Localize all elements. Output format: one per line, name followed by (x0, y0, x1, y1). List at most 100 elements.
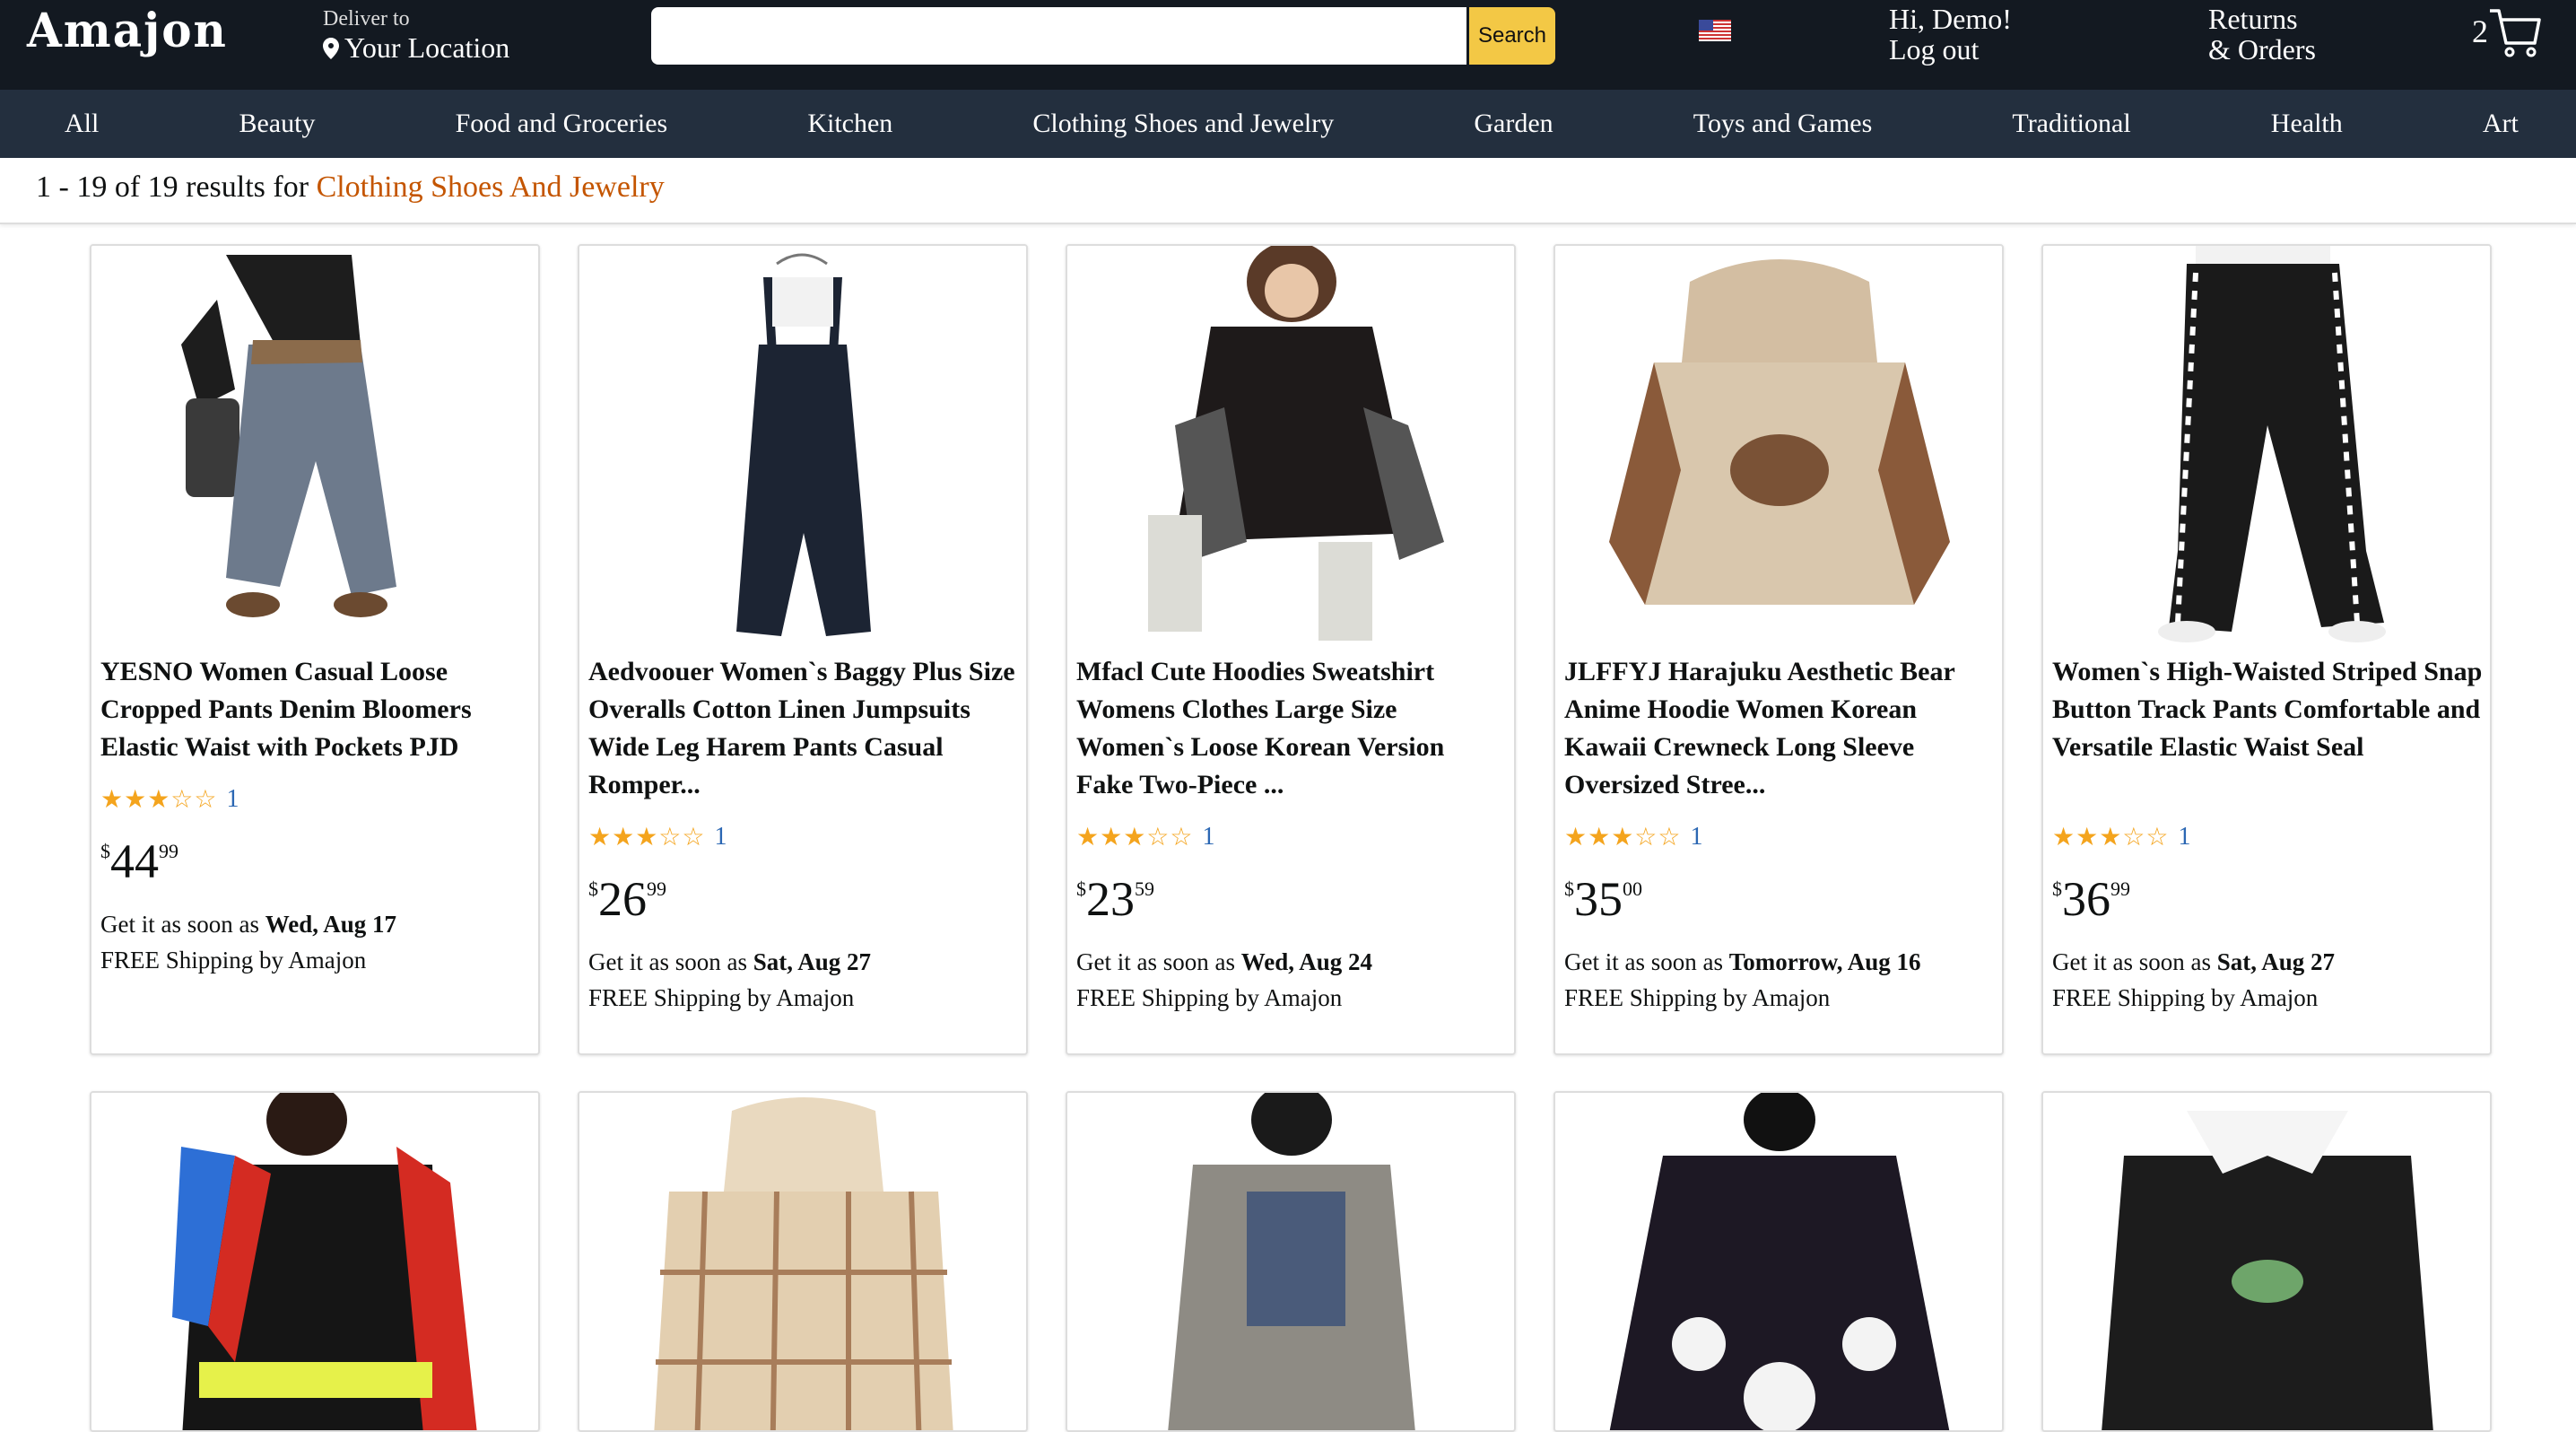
delivery-info: Get it as soon as Tomorrow, Aug 16 FREE … (1564, 944, 1921, 1016)
product-title[interactable]: YESNO Women Casual Loose Cropped Pants D… (100, 653, 531, 766)
price-symbol: $ (100, 840, 110, 862)
greeting-text: Hi, Demo! (1889, 3, 2012, 35)
product-title[interactable]: Women`s High-Waisted Striped Snap Button… (2052, 653, 2483, 766)
returns-orders-link[interactable]: Returns & Orders (2208, 4, 2316, 65)
nav-traditional[interactable]: Traditional (2012, 109, 2130, 139)
product-rating[interactable]: ★★★☆☆ 1 (1076, 822, 1215, 852)
product-card[interactable]: Women`s High-Waisted Striped Snap Button… (2041, 244, 2492, 1055)
product-image[interactable] (579, 1093, 1026, 1432)
price-fraction: 00 (1623, 878, 1642, 900)
rating-count[interactable]: 1 (1203, 823, 1215, 851)
price-fraction: 59 (1135, 878, 1154, 900)
logout-link[interactable]: Log out (1889, 34, 2012, 65)
product-image[interactable] (579, 246, 1026, 646)
product-rating[interactable]: ★★★☆☆ 1 (588, 822, 727, 852)
delivery-prefix: Get it as soon as (2052, 948, 2217, 975)
category-nav: All Beauty Food and Groceries Kitchen Cl… (0, 90, 2576, 158)
price-fraction: 99 (2110, 878, 2130, 900)
returns-text: Returns (2208, 3, 2298, 35)
price-fraction: 99 (647, 878, 666, 900)
delivery-info: Get it as soon as Sat, Aug 27 FREE Shipp… (2052, 944, 2335, 1016)
cart-icon (2490, 9, 2541, 57)
price-whole: 44 (110, 834, 159, 888)
results-count: 1 - 19 of 19 results for (36, 170, 317, 204)
product-card[interactable]: JLFFYJ Harajuku Aesthetic Bear Anime Hoo… (1553, 244, 2004, 1055)
nav-all[interactable]: All (65, 109, 99, 139)
rating-count[interactable]: 1 (1691, 823, 1703, 851)
product-image[interactable] (1067, 1093, 1514, 1432)
price-symbol: $ (588, 878, 598, 900)
orders-text: & Orders (2208, 33, 2316, 65)
product-card[interactable]: YESNO Women Casual Loose Cropped Pants D… (90, 244, 540, 1055)
delivery-prefix: Get it as soon as (588, 948, 753, 975)
product-image[interactable] (2043, 246, 2490, 646)
star-rating-icon: ★★★☆☆ (1076, 824, 1194, 851)
nav-health[interactable]: Health (2271, 109, 2343, 139)
delivery-date: Sat, Aug 27 (2216, 948, 2336, 975)
nav-art[interactable]: Art (2483, 109, 2519, 139)
delivery-info: Get it as soon as Wed, Aug 17 FREE Shipp… (100, 906, 396, 978)
nav-toys-and-games[interactable]: Toys and Games (1693, 109, 1873, 139)
delivery-date: Sat, Aug 27 (753, 948, 872, 975)
star-rating-icon: ★★★☆☆ (2052, 824, 2170, 851)
product-price: $ 36 99 (2052, 872, 2130, 926)
rating-count[interactable]: 1 (715, 823, 727, 851)
shipping-text: FREE Shipping by Amajon (100, 947, 367, 974)
nav-kitchen[interactable]: Kitchen (807, 109, 892, 139)
product-title[interactable]: Mfacl Cute Hoodies Sweatshirt Womens Clo… (1076, 653, 1507, 804)
nav-garden[interactable]: Garden (1474, 109, 1553, 139)
product-image[interactable] (1555, 1093, 2002, 1432)
results-query: Clothing Shoes And Jewelry (316, 170, 665, 204)
product-card[interactable] (1066, 1091, 1516, 1432)
price-symbol: $ (1564, 878, 1574, 900)
search-input[interactable] (651, 7, 1466, 65)
deliver-to-label: Deliver to (323, 7, 410, 31)
rating-count[interactable]: 1 (227, 785, 239, 814)
delivery-info: Get it as soon as Sat, Aug 27 FREE Shipp… (588, 944, 871, 1016)
product-price: $ 26 99 (588, 872, 666, 926)
us-flag-icon[interactable] (1699, 20, 1731, 41)
product-rating[interactable]: ★★★☆☆ 1 (2052, 822, 2191, 852)
price-whole: 36 (2062, 872, 2110, 926)
cart-count: 2 (2472, 13, 2488, 49)
top-header: Amajon Deliver to Your Location Search H… (0, 0, 2576, 90)
product-card[interactable] (90, 1091, 540, 1432)
product-title[interactable]: Aedvoouer Women`s Baggy Plus Size Overal… (588, 653, 1019, 804)
product-rating[interactable]: ★★★☆☆ 1 (1564, 822, 1703, 852)
product-image[interactable] (2043, 1093, 2490, 1432)
delivery-prefix: Get it as soon as (1564, 948, 1729, 975)
product-price: $ 23 59 (1076, 872, 1154, 926)
nav-beauty[interactable]: Beauty (239, 109, 315, 139)
location-row: Your Location (323, 31, 509, 65)
shipping-text: FREE Shipping by Amajon (588, 984, 855, 1011)
product-price: $ 44 99 (100, 834, 178, 888)
delivery-prefix: Get it as soon as (1076, 948, 1241, 975)
product-card[interactable] (578, 1091, 1028, 1432)
product-card[interactable] (2041, 1091, 2492, 1432)
search-button[interactable]: Search (1469, 7, 1555, 65)
delivery-info: Get it as soon as Wed, Aug 24 FREE Shipp… (1076, 944, 1372, 1016)
account-menu[interactable]: Hi, Demo! Log out (1889, 4, 2012, 65)
product-image[interactable] (91, 1093, 538, 1432)
delivery-prefix: Get it as soon as (100, 911, 265, 938)
product-image[interactable] (91, 246, 538, 646)
product-image[interactable] (1067, 246, 1514, 646)
nav-food-and-groceries[interactable]: Food and Groceries (456, 109, 668, 139)
product-card[interactable] (1553, 1091, 2004, 1432)
rating-count[interactable]: 1 (2179, 823, 2191, 851)
price-whole: 35 (1574, 872, 1623, 926)
product-title[interactable]: JLFFYJ Harajuku Aesthetic Bear Anime Hoo… (1564, 653, 1995, 804)
nav-clothing-shoes-jewelry[interactable]: Clothing Shoes and Jewelry (1032, 109, 1334, 139)
amajon-logo[interactable]: Amajon (27, 3, 228, 58)
price-whole: 23 (1086, 872, 1135, 926)
product-image[interactable] (1555, 246, 2002, 646)
star-rating-icon: ★★★☆☆ (588, 824, 706, 851)
price-whole: 26 (598, 872, 647, 926)
product-card[interactable]: Mfacl Cute Hoodies Sweatshirt Womens Clo… (1066, 244, 1516, 1055)
star-rating-icon: ★★★☆☆ (100, 786, 218, 814)
star-rating-icon: ★★★☆☆ (1564, 824, 1682, 851)
deliver-to-location[interactable]: Deliver to Your Location (323, 7, 509, 65)
cart-button[interactable]: 2 (2472, 4, 2542, 59)
product-rating[interactable]: ★★★☆☆ 1 (100, 784, 239, 815)
product-card[interactable]: Aedvoouer Women`s Baggy Plus Size Overal… (578, 244, 1028, 1055)
